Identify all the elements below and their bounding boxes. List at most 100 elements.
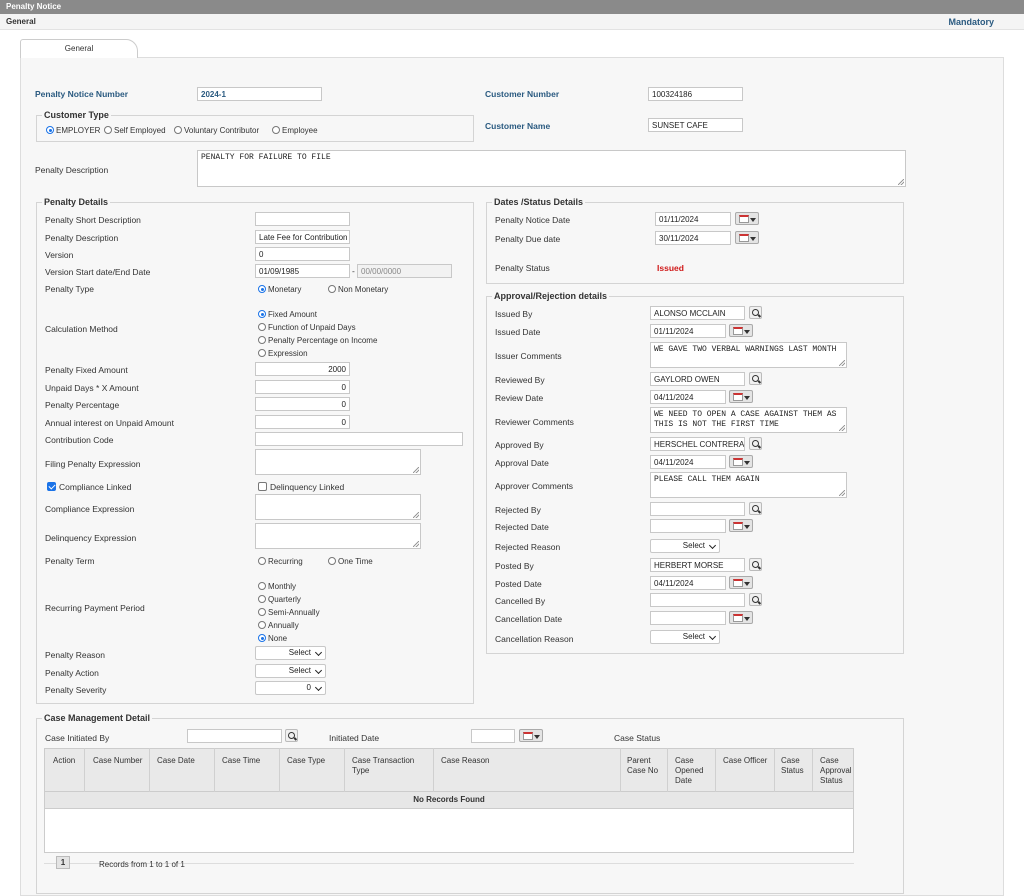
calendar-icon[interactable]: [729, 455, 753, 468]
compliance-expression-textarea[interactable]: [255, 494, 421, 520]
filing-expression-textarea[interactable]: [255, 449, 421, 475]
col-case-transaction-type[interactable]: Case Transaction Type: [352, 756, 430, 776]
period-monthly[interactable]: Monthly: [258, 582, 296, 591]
col-case-number[interactable]: Case Number: [93, 756, 142, 766]
col-case-approval-status[interactable]: Case Approval Status: [820, 756, 854, 786]
search-icon[interactable]: [749, 306, 762, 319]
search-icon[interactable]: [285, 729, 298, 742]
search-icon[interactable]: [749, 593, 762, 606]
penalty-reason-select[interactable]: Select: [255, 646, 326, 660]
calc-percentage-income[interactable]: Penalty Percentage on Income: [258, 336, 377, 345]
penalty-action-select[interactable]: Select: [255, 664, 326, 678]
customer-type-self-employed[interactable]: Self Employed: [104, 126, 166, 135]
cancellation-date-field[interactable]: [650, 611, 726, 625]
checkbox-checked-icon: [47, 482, 56, 491]
search-icon[interactable]: [749, 502, 762, 515]
period-semi-annually[interactable]: Semi-Annually: [258, 608, 320, 617]
approval-date-field[interactable]: 04/11/2024: [650, 455, 726, 469]
calendar-icon[interactable]: [729, 390, 753, 403]
search-icon[interactable]: [749, 558, 762, 571]
short-description-field[interactable]: [255, 212, 350, 226]
calendar-icon[interactable]: [729, 611, 753, 624]
col-case-opened-date[interactable]: Case Opened Date: [675, 756, 713, 786]
period-quarterly[interactable]: Quarterly: [258, 595, 301, 604]
version-dates-label: Version Start date/End Date: [45, 267, 151, 277]
issued-date-field[interactable]: 01/11/2024: [650, 324, 726, 338]
calendar-icon[interactable]: [519, 729, 543, 742]
compliance-linked-checkbox[interactable]: Compliance Linked: [47, 482, 131, 492]
period-annually[interactable]: Annually: [258, 621, 299, 630]
version-start-field[interactable]: 01/09/1985: [255, 264, 350, 278]
calendar-icon[interactable]: [729, 324, 753, 337]
annual-interest-field[interactable]: 0: [255, 415, 350, 429]
cancelled-by-field[interactable]: [650, 593, 745, 607]
reviewed-by-field[interactable]: GAYLORD OWEN: [650, 372, 745, 386]
col-parent-case-no[interactable]: Parent Case No: [627, 756, 665, 776]
col-case-status[interactable]: Case Status: [781, 756, 809, 776]
calendar-icon[interactable]: [735, 231, 759, 244]
approver-comments-label: Approver Comments: [495, 481, 573, 491]
col-case-date[interactable]: Case Date: [157, 756, 195, 766]
notice-date-field[interactable]: 01/11/2024: [655, 212, 731, 226]
issuer-comments-textarea[interactable]: WE GAVE TWO VERBAL WARNINGS LAST MONTH: [650, 342, 847, 368]
delinquency-expression-textarea[interactable]: [255, 523, 421, 549]
issued-by-field[interactable]: ALONSO MCCLAIN: [650, 306, 745, 320]
calendar-icon[interactable]: [735, 212, 759, 225]
percentage-label: Penalty Percentage: [45, 400, 120, 410]
version-end-field[interactable]: 00/00/0000: [357, 264, 452, 278]
col-action[interactable]: Action: [53, 756, 75, 766]
customer-type-employer[interactable]: EMPLOYER: [46, 126, 100, 135]
fixed-amount-field[interactable]: 2000: [255, 362, 350, 376]
calc-expression[interactable]: Expression: [258, 349, 308, 358]
col-case-officer[interactable]: Case Officer: [723, 756, 767, 766]
term-one-time[interactable]: One Time: [328, 557, 373, 566]
penalty-type-non-monetary[interactable]: Non Monetary: [328, 285, 388, 294]
case-grid-header: [44, 748, 854, 792]
calc-unpaid-days[interactable]: Function of Unpaid Days: [258, 323, 356, 332]
rejected-by-label: Rejected By: [495, 505, 541, 515]
rejected-date-field[interactable]: [650, 519, 726, 533]
initiated-date-field[interactable]: [471, 729, 515, 743]
customer-type-voluntary[interactable]: Voluntary Contributor: [174, 126, 259, 135]
mandatory-link[interactable]: Mandatory: [948, 17, 994, 27]
tab-general[interactable]: General: [20, 39, 138, 58]
col-case-reason[interactable]: Case Reason: [441, 756, 489, 766]
calendar-icon[interactable]: [729, 576, 753, 589]
posted-date-field[interactable]: 04/11/2024: [650, 576, 726, 590]
col-case-time[interactable]: Case Time: [222, 756, 260, 766]
due-date-field[interactable]: 30/11/2024: [655, 231, 731, 245]
percentage-field[interactable]: 0: [255, 397, 350, 411]
customer-type-employee[interactable]: Employee: [272, 126, 318, 135]
term-recurring[interactable]: Recurring: [258, 557, 303, 566]
version-field[interactable]: 0: [255, 247, 350, 261]
customer-name-field[interactable]: SUNSET CAFE: [648, 118, 743, 132]
review-date-field[interactable]: 04/11/2024: [650, 390, 726, 404]
posted-by-field[interactable]: HERBERT MORSE: [650, 558, 745, 572]
case-initiated-by-field[interactable]: [187, 729, 282, 743]
delinquency-linked-checkbox[interactable]: Delinquency Linked: [258, 482, 344, 492]
col-case-type[interactable]: Case Type: [287, 756, 325, 766]
rejected-reason-select[interactable]: Select: [650, 539, 720, 553]
cancellation-reason-select[interactable]: Select: [650, 630, 720, 644]
unpaid-days-field[interactable]: 0: [255, 380, 350, 394]
search-icon[interactable]: [749, 372, 762, 385]
calc-fixed-amount[interactable]: Fixed Amount: [258, 310, 317, 319]
approver-comments-textarea[interactable]: PLEASE CALL THEM AGAIN: [650, 472, 847, 498]
calculation-method-label: Calculation Method: [45, 324, 118, 334]
customer-number-field[interactable]: 100324186: [648, 87, 743, 101]
cancellation-reason-label: Cancellation Reason: [495, 634, 574, 644]
period-none[interactable]: None: [258, 634, 287, 643]
contribution-code-field[interactable]: [255, 432, 463, 446]
approved-by-field[interactable]: HERSCHEL CONTRERAS: [650, 437, 745, 451]
reviewer-comments-textarea[interactable]: WE NEED TO OPEN A CASE AGAINST THEM AS T…: [650, 407, 847, 433]
penalty-notice-number-field[interactable]: 2024-1: [197, 87, 322, 101]
penalty-severity-select[interactable]: 0: [255, 681, 326, 695]
calendar-icon[interactable]: [729, 519, 753, 532]
rejected-by-field[interactable]: [650, 502, 745, 516]
search-icon[interactable]: [749, 437, 762, 450]
penalty-description-textarea[interactable]: PENALTY FOR FAILURE TO FILE: [197, 150, 906, 187]
penalty-type-monetary[interactable]: Monetary: [258, 285, 301, 294]
page-button[interactable]: 1: [56, 856, 70, 869]
radio-icon: [174, 126, 182, 134]
pd-description-field[interactable]: Late Fee for Contribution R: [255, 230, 350, 244]
